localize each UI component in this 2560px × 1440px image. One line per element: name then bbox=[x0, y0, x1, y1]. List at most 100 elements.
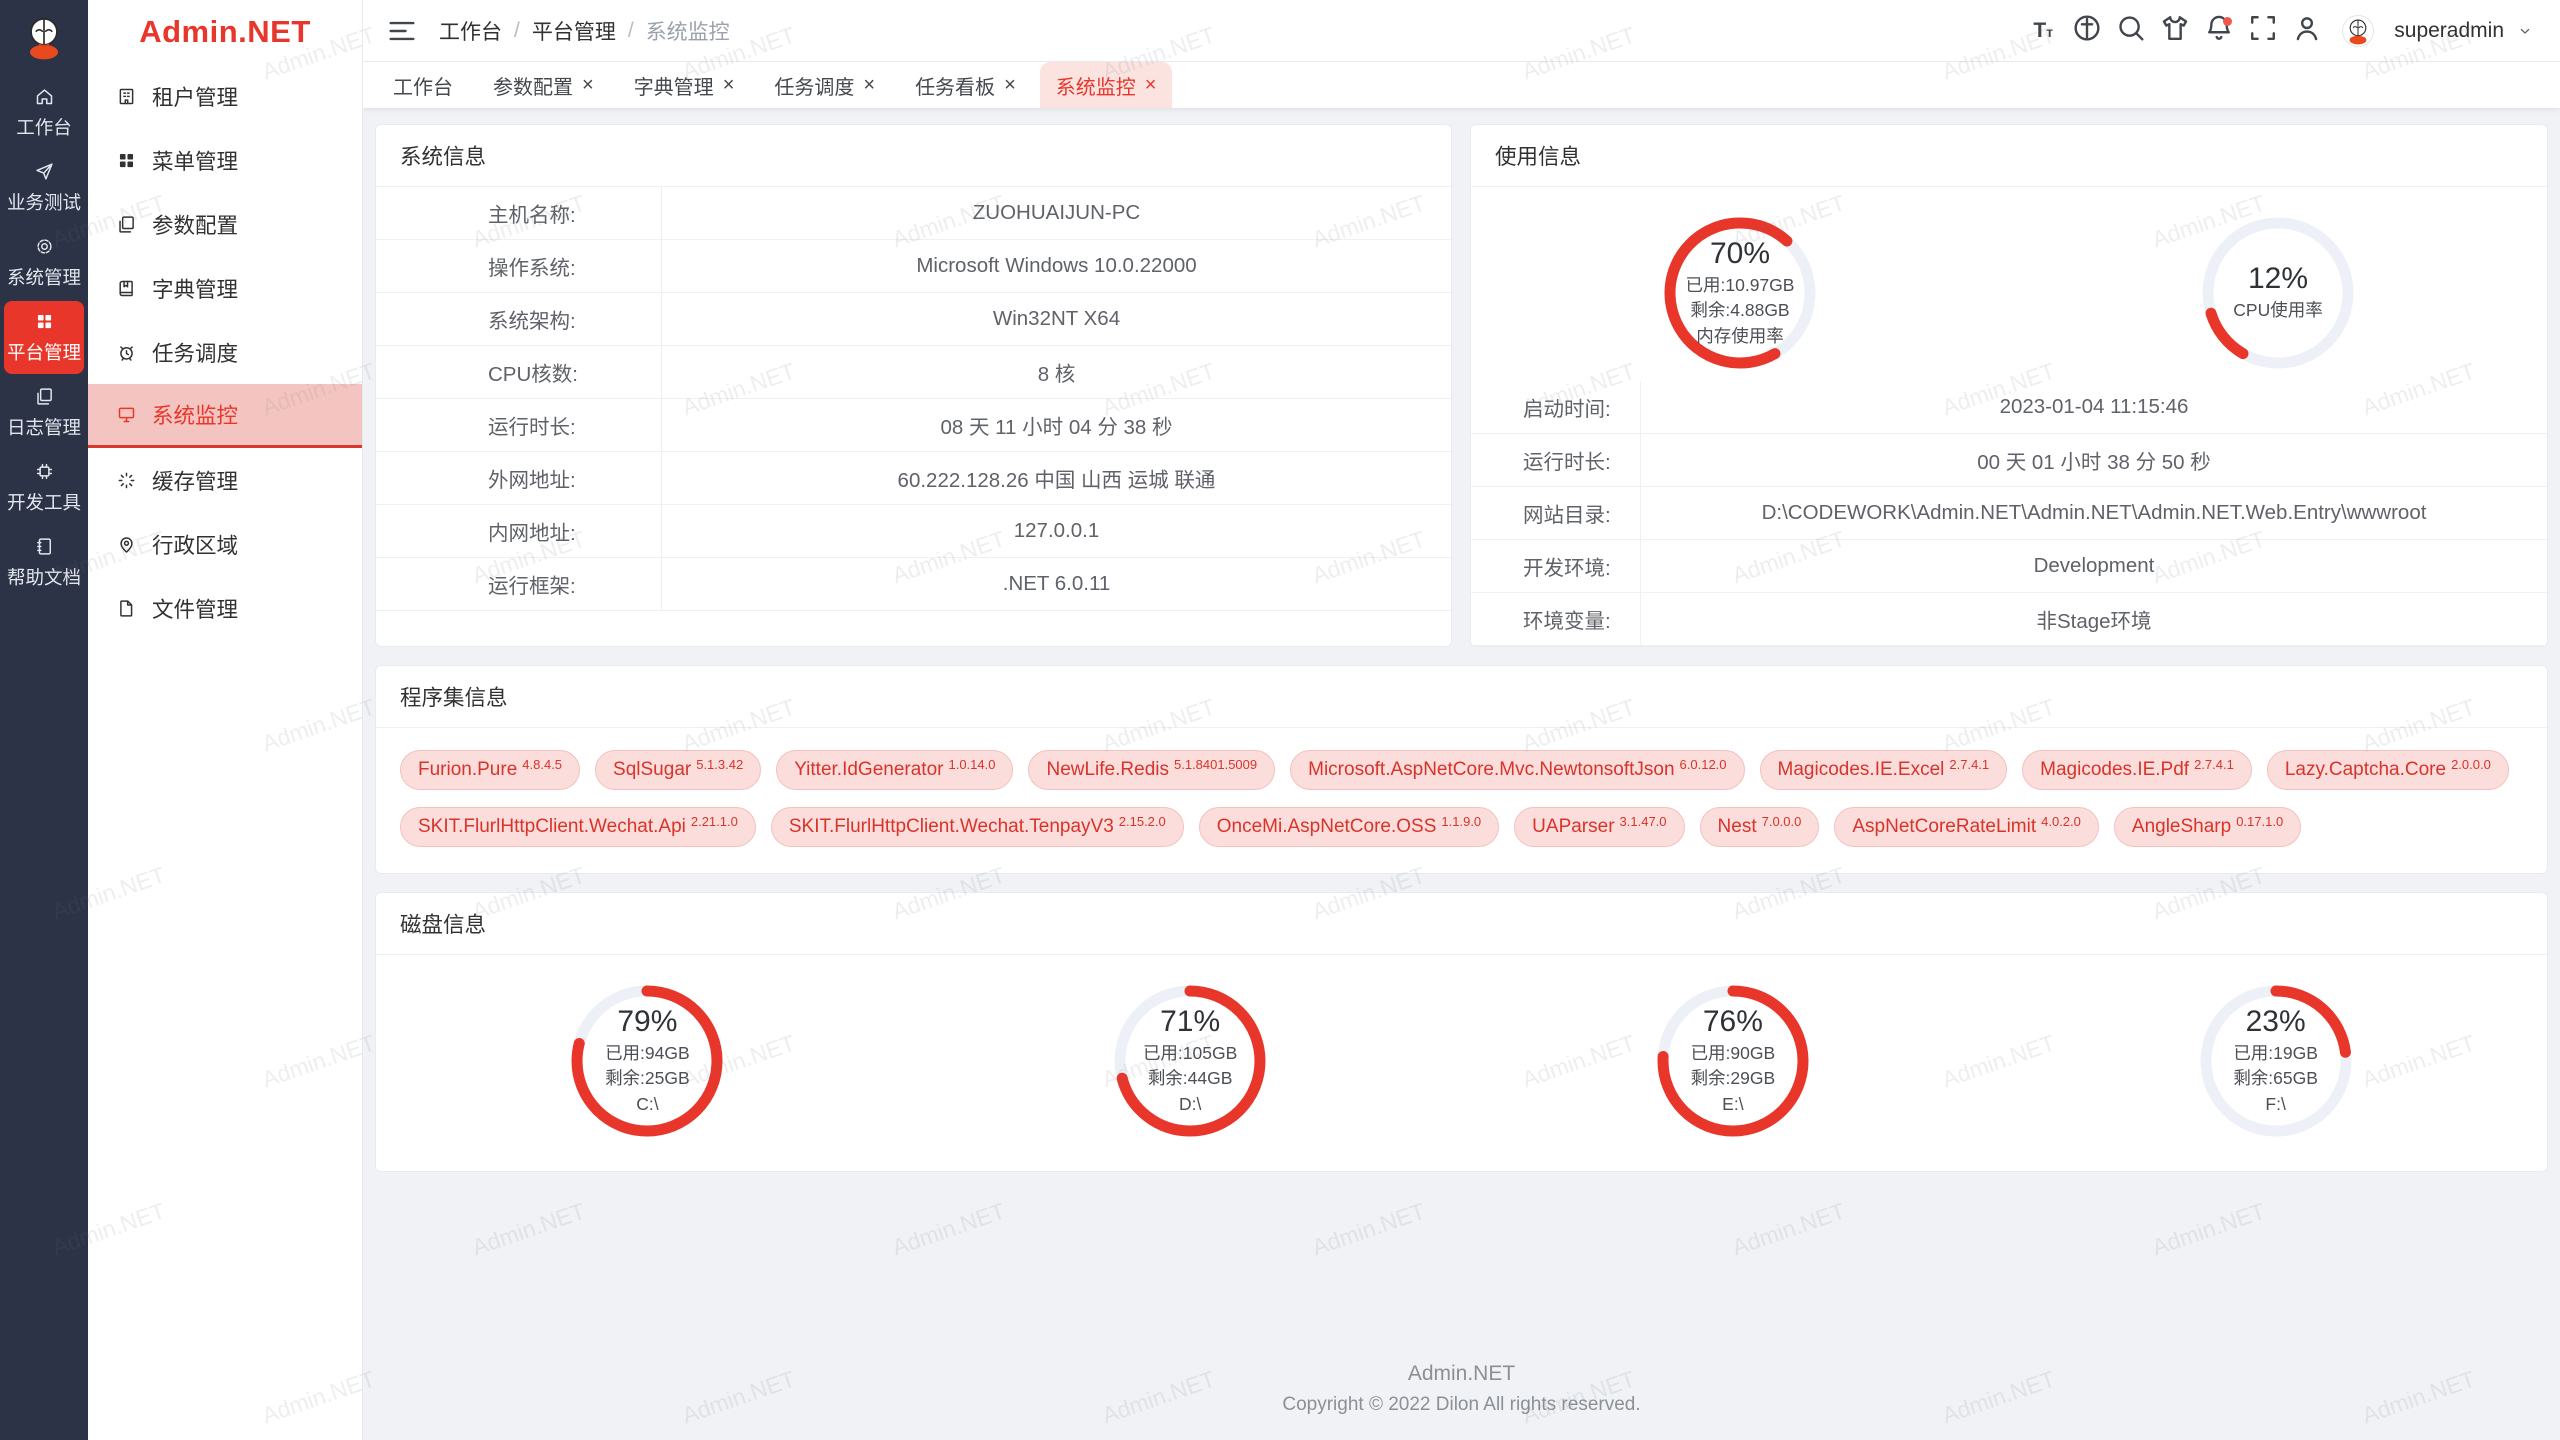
breadcrumb-item[interactable]: 平台管理 bbox=[532, 16, 616, 46]
rail-item-workbench[interactable]: 工作台 bbox=[4, 76, 84, 149]
tab-task-schedule[interactable]: 任务调度× bbox=[758, 62, 891, 108]
gauge-line: CPU使用率 bbox=[2233, 298, 2322, 323]
font-size-button[interactable]: Tт bbox=[2026, 14, 2060, 48]
assembly-version: 3.1.47.0 bbox=[1620, 814, 1667, 829]
copy-doc-icon bbox=[116, 214, 137, 235]
sidebar-item-dict-mgmt[interactable]: 字典管理 bbox=[88, 256, 362, 320]
tab-close-icon[interactable]: × bbox=[723, 75, 735, 95]
rail-item-platform-mgmt[interactable]: 平台管理 bbox=[4, 301, 84, 374]
notifications-button[interactable] bbox=[2202, 14, 2236, 48]
disk-gauges: 79%已用:94GB剩余:25GBC:\71%已用:105GB剩余:44GBD:… bbox=[376, 955, 2547, 1171]
gauge-center: 79%已用:94GB剩余:25GBC:\ bbox=[565, 979, 729, 1143]
assembly-name: Yitter.IdGenerator bbox=[794, 759, 943, 781]
gauge-center: 76%已用:90GB剩余:29GBE:\ bbox=[1651, 979, 1815, 1143]
assembly-badge: Microsoft.AspNetCore.Mvc.NewtonsoftJson6… bbox=[1290, 750, 1744, 790]
profile-button[interactable] bbox=[2290, 14, 2324, 48]
user-avatar[interactable] bbox=[2342, 15, 2374, 47]
gauge-percent: 23% bbox=[2246, 1005, 2306, 1039]
language-button[interactable] bbox=[2070, 14, 2104, 48]
assembly-name: SKIT.FlurlHttpClient.Wechat.Api bbox=[418, 816, 686, 838]
info-row-value: D:\CODEWORK\Admin.NET\Admin.NET\Admin.NE… bbox=[1641, 501, 2547, 525]
gauge-line: 已用:19GB bbox=[2233, 1041, 2318, 1066]
info-row: 系统架构:Win32NT X64 bbox=[376, 293, 1451, 346]
assembly-version: 2.0.0.0 bbox=[2451, 757, 2491, 772]
sidebar-item-system-monitor[interactable]: 系统监控 bbox=[88, 384, 362, 448]
gauge-center: 70%已用:10.97GB剩余:4.88GB内存使用率 bbox=[1658, 211, 1822, 375]
grid-icon bbox=[116, 150, 137, 171]
assembly-badge: Furion.Pure4.8.4.5 bbox=[400, 750, 580, 790]
collapse-menu-icon[interactable] bbox=[385, 14, 419, 48]
copy-doc-icon bbox=[34, 386, 55, 407]
info-row-label: 环境变量: bbox=[1471, 593, 1641, 645]
gauge-percent: 71% bbox=[1160, 1005, 1220, 1039]
gauge-line: F:\ bbox=[2265, 1092, 2285, 1117]
search-button[interactable] bbox=[2114, 14, 2148, 48]
rail-item-help-docs[interactable]: 帮助文档 bbox=[4, 526, 84, 599]
tab-close-icon[interactable]: × bbox=[1004, 75, 1016, 95]
admin-mascot-logo bbox=[19, 12, 69, 62]
assembly-badge: NewLife.Redis5.1.8401.5009 bbox=[1028, 750, 1275, 790]
breadcrumb-item[interactable]: 工作台 bbox=[439, 16, 502, 46]
tab-label: 工作台 bbox=[393, 71, 453, 100]
rail-item-dev-tools[interactable]: 开发工具 bbox=[4, 451, 84, 524]
info-row: 环境变量:非Stage环境 bbox=[1471, 593, 2547, 646]
tab-param-config[interactable]: 参数配置× bbox=[477, 62, 610, 108]
fullscreen-button[interactable] bbox=[2246, 14, 2280, 48]
cache-icon bbox=[116, 470, 137, 491]
building-icon bbox=[116, 86, 137, 107]
tab-dict-mgmt[interactable]: 字典管理× bbox=[618, 62, 751, 108]
gauge-line: 剩余:4.88GB bbox=[1690, 298, 1789, 323]
tab-close-icon[interactable]: × bbox=[582, 75, 594, 95]
assembly-version: 0.17.1.0 bbox=[2236, 814, 2283, 829]
gauge-percent: 79% bbox=[617, 1005, 677, 1039]
panel-title: 磁盘信息 bbox=[376, 893, 2547, 955]
sidebar-item-file-mgmt[interactable]: 文件管理 bbox=[88, 576, 362, 640]
info-row: 启动时间:2023-01-04 11:15:46 bbox=[1471, 381, 2547, 434]
info-row-label: 开发环境: bbox=[1471, 540, 1641, 592]
assembly-version: 6.0.12.0 bbox=[1680, 757, 1727, 772]
home-icon bbox=[34, 86, 55, 107]
main-area: 工作台/平台管理/系统监控 Tтsuperadmin 工作台参数配置×字典管理×… bbox=[363, 0, 2560, 1440]
file-icon bbox=[116, 598, 137, 619]
chevron-down-icon[interactable] bbox=[2516, 22, 2534, 40]
info-row-value: Win32NT X64 bbox=[662, 307, 1451, 331]
info-row-label: 启动时间: bbox=[1471, 381, 1641, 433]
rail-item-label: 日志管理 bbox=[7, 414, 81, 440]
sidebar-item-menu-mgmt[interactable]: 菜单管理 bbox=[88, 128, 362, 192]
tab-label: 系统监控 bbox=[1056, 71, 1136, 100]
info-row: 运行时长:00 天 01 小时 38 分 50 秒 bbox=[1471, 434, 2547, 487]
assembly-version: 1.1.9.0 bbox=[1441, 814, 1481, 829]
sidebar-item-cache-mgmt[interactable]: 缓存管理 bbox=[88, 448, 362, 512]
assembly-name: Magicodes.IE.Excel bbox=[1778, 759, 1945, 781]
breadcrumb-separator: / bbox=[628, 19, 634, 43]
tab-task-board[interactable]: 任务看板× bbox=[899, 62, 1032, 108]
username[interactable]: superadmin bbox=[2394, 19, 2504, 43]
panel-assemblies: 程序集信息 Furion.Pure4.8.4.5SqlSugar5.1.3.42… bbox=[375, 665, 2548, 874]
tab-close-icon[interactable]: × bbox=[863, 75, 875, 95]
sidebar-item-task-schedule[interactable]: 任务调度 bbox=[88, 320, 362, 384]
user-icon bbox=[2290, 11, 2324, 50]
sidebar-item-tenant-mgmt[interactable]: 租户管理 bbox=[88, 64, 362, 128]
info-row-value: 8 核 bbox=[662, 357, 1451, 387]
sidebar-item-admin-region[interactable]: 行政区域 bbox=[88, 512, 362, 576]
rail-item-log-mgmt[interactable]: 日志管理 bbox=[4, 376, 84, 449]
gauge-line: 已用:105GB bbox=[1143, 1041, 1237, 1066]
rail-item-business-test[interactable]: 业务测试 bbox=[4, 151, 84, 224]
footer-brand: Admin.NET bbox=[375, 1362, 2548, 1386]
gauge-center: 12%CPU使用率 bbox=[2196, 211, 2360, 375]
tab-workbench[interactable]: 工作台 bbox=[377, 62, 469, 108]
search-icon bbox=[2114, 11, 2148, 50]
rail-item-system-mgmt[interactable]: 系统管理 bbox=[4, 226, 84, 299]
sidebar-item-label: 文件管理 bbox=[152, 593, 238, 624]
info-row-label: 外网地址: bbox=[376, 452, 662, 504]
top-panels-row: 系统信息 主机名称:ZUOHUAIJUN-PC操作系统:Microsoft Wi… bbox=[375, 124, 2548, 647]
sidebar-item-param-config[interactable]: 参数配置 bbox=[88, 192, 362, 256]
theme-button[interactable] bbox=[2158, 14, 2192, 48]
assembly-name: Magicodes.IE.Pdf bbox=[2040, 759, 2189, 781]
tab-close-icon[interactable]: × bbox=[1145, 75, 1157, 95]
gauge-cell: 12%CPU使用率 bbox=[2009, 211, 2547, 375]
assembly-badge: SKIT.FlurlHttpClient.Wechat.Api2.21.1.0 bbox=[400, 807, 756, 847]
tab-system-monitor[interactable]: 系统监控 × bbox=[1040, 62, 1173, 108]
panel-title: 使用信息 bbox=[1471, 125, 2547, 187]
disk-usage-ring: 76%已用:90GB剩余:29GBE:\ bbox=[1651, 979, 1815, 1143]
